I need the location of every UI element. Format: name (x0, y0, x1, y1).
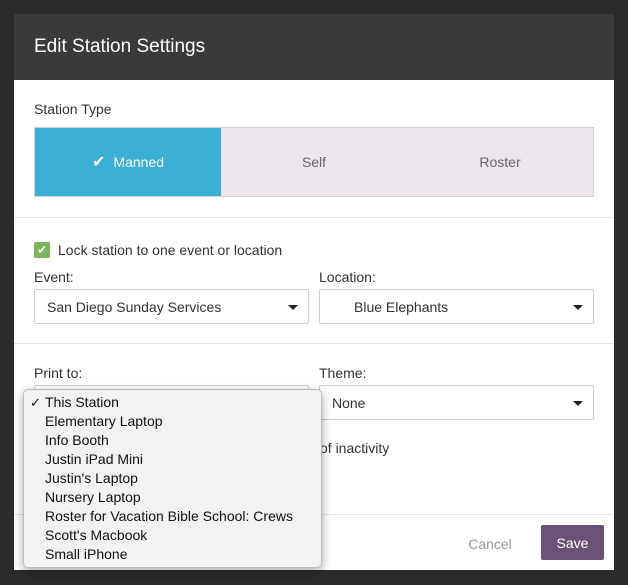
theme-label: Theme: (319, 365, 367, 381)
event-label: Event: (34, 269, 74, 285)
print-to-label: Print to: (34, 365, 83, 381)
print-option-nursery-laptop[interactable]: Nursery Laptop (24, 488, 321, 507)
print-to-dropdown-menu: ✓ This Station Elementary Laptop Info Bo… (23, 389, 322, 568)
station-type-option-label: Roster (479, 154, 521, 170)
theme-select-value: None (332, 394, 366, 411)
inactivity-text: of inactivity (320, 440, 390, 456)
station-type-self-option[interactable]: Self (221, 128, 407, 196)
caret-down-icon (573, 401, 583, 406)
print-option-info-booth[interactable]: Info Booth (24, 431, 321, 450)
cancel-button[interactable]: Cancel (454, 527, 526, 561)
event-select-value: San Diego Sunday Services (47, 298, 222, 315)
print-option-this-station[interactable]: ✓ This Station (24, 393, 321, 412)
checkmark-icon: ✓ (30, 395, 41, 410)
checkmark-icon: ✔ (36, 243, 48, 257)
lock-section: ✔ Lock station to one event or location … (14, 218, 614, 344)
station-type-option-label: Manned (113, 154, 164, 170)
lock-station-checkbox[interactable]: ✔ (34, 242, 50, 258)
theme-select[interactable]: None (319, 385, 594, 420)
print-option-elementary-laptop[interactable]: Elementary Laptop (24, 412, 321, 431)
event-select[interactable]: San Diego Sunday Services (34, 289, 309, 324)
print-option-label: This Station (45, 394, 119, 410)
modal-title: Edit Station Settings (14, 14, 614, 80)
print-option-scotts-macbook[interactable]: Scott's Macbook (24, 526, 321, 545)
location-select[interactable]: Blue Elephants (319, 289, 594, 324)
print-option-justin-ipad-mini[interactable]: Justin iPad Mini (24, 450, 321, 469)
print-option-justins-laptop[interactable]: Justin's Laptop (24, 469, 321, 488)
location-label: Location: (319, 269, 376, 285)
save-button[interactable]: Save (541, 525, 604, 560)
lock-station-label: Lock station to one event or location (58, 242, 283, 258)
station-type-manned-option[interactable]: ✔ Manned (35, 128, 221, 196)
station-type-segmented-control: ✔ Manned Self Roster (34, 127, 594, 197)
location-select-value: Blue Elephants (354, 298, 449, 315)
caret-down-icon (288, 305, 298, 310)
caret-down-icon (573, 305, 583, 310)
print-option-small-iphone[interactable]: Small iPhone (24, 545, 321, 564)
check-icon: ✔ (92, 154, 106, 171)
station-type-section: Station Type ✔ Manned Self Roster (14, 80, 614, 218)
station-type-label: Station Type (34, 101, 112, 117)
station-type-roster-option[interactable]: Roster (407, 128, 593, 196)
station-type-option-label: Self (301, 154, 327, 170)
print-option-roster-vbs-crews[interactable]: Roster for Vacation Bible School: Crews (24, 507, 321, 526)
